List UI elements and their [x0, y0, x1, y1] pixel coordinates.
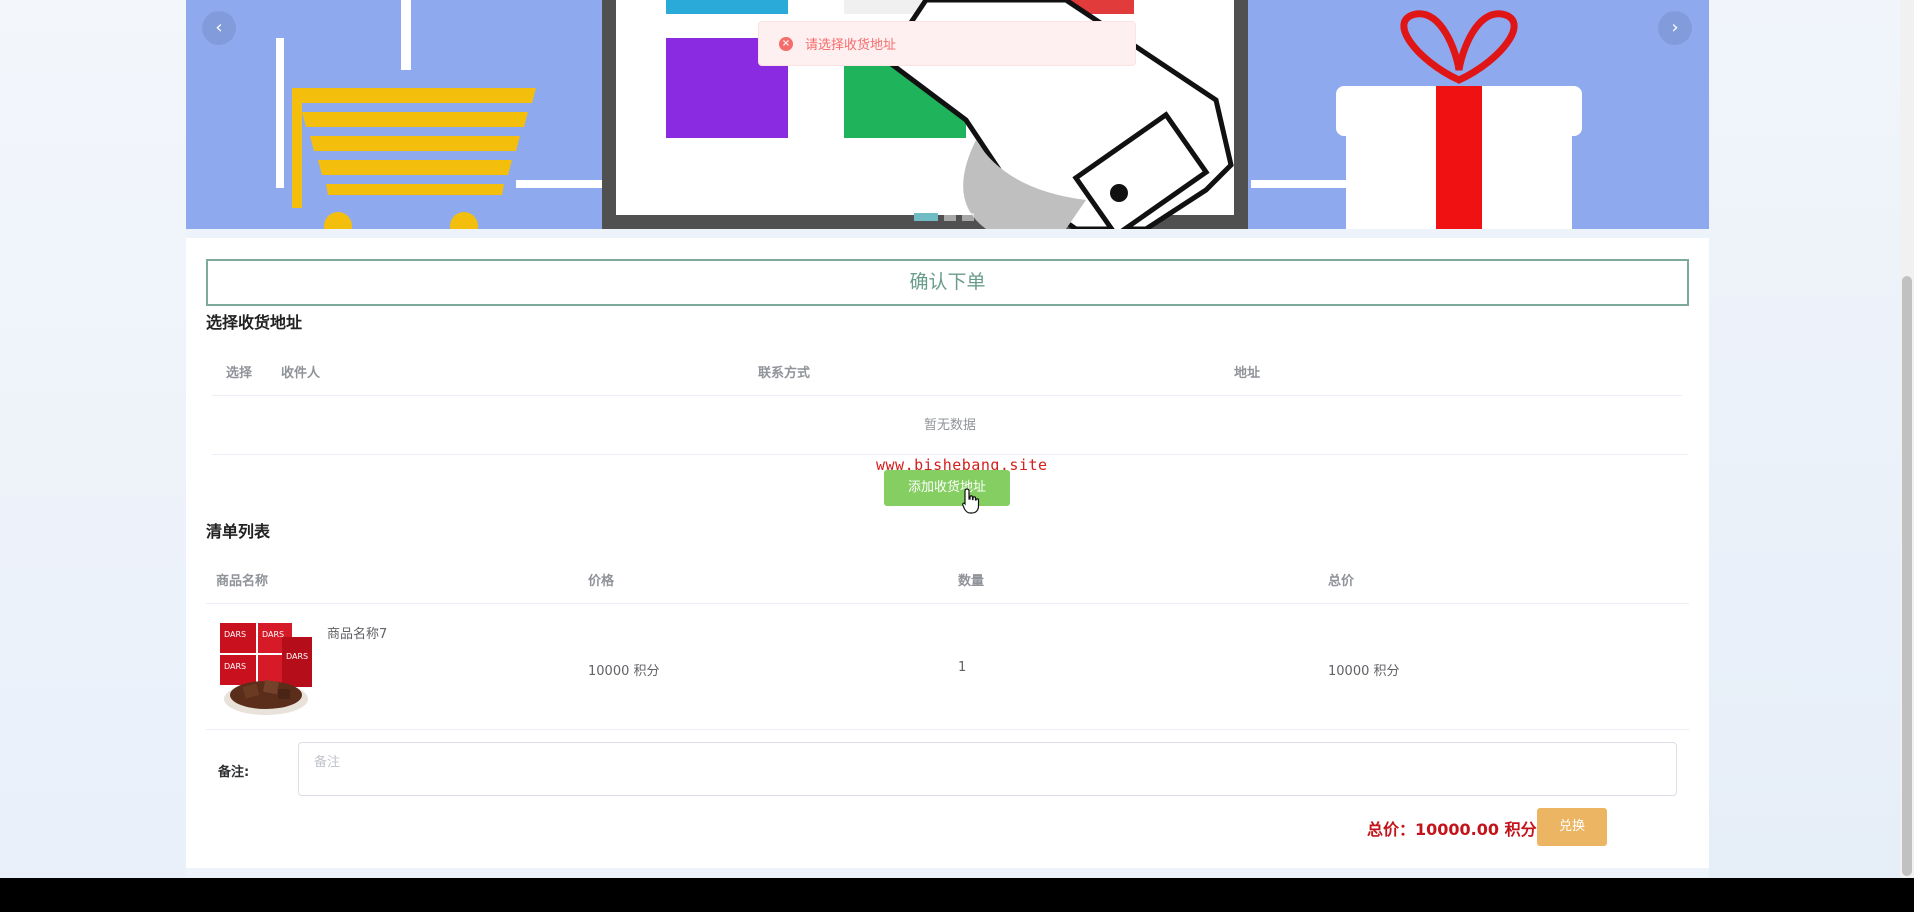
product-price: 10000 积分 — [588, 664, 660, 679]
redeem-button[interactable]: 兑换 — [1537, 808, 1607, 846]
remark-input[interactable] — [298, 742, 1677, 796]
page-title: 确认下单 — [206, 259, 1689, 306]
carousel-indicators — [914, 213, 974, 221]
column-header-select: 选择 — [226, 366, 253, 381]
error-toast: × 请选择收货地址 — [758, 21, 1136, 66]
bottom-bar — [0, 878, 1914, 912]
column-header-recipient: 收件人 — [281, 366, 321, 381]
column-header-total: 总价 — [1328, 574, 1355, 589]
product-name: 商品名称7 — [327, 627, 388, 642]
column-header-address: 地址 — [1234, 366, 1261, 381]
page-background-right — [1709, 0, 1914, 878]
carousel-prev-button[interactable]: ‹ — [202, 11, 236, 45]
svg-text:DARS: DARS — [224, 630, 246, 639]
address-empty-text: 暂无数据 — [212, 397, 1688, 455]
svg-text:DARS: DARS — [286, 652, 308, 661]
list-table-header: 商品名称 价格 数量 总价 — [206, 560, 1689, 604]
add-address-button[interactable]: 添加收货地址 — [884, 470, 1010, 506]
carousel-indicator[interactable] — [962, 213, 974, 221]
table-row: DARS DARS DARS DARS 商品名称7 10000 积分 1 100… — [206, 605, 1689, 730]
address-table-header: 选择 收件人 联系方式 地址 — [212, 352, 1682, 396]
column-header-product-name: 商品名称 — [216, 574, 269, 589]
error-circle-icon: × — [779, 36, 793, 51]
address-section-title: 选择收货地址 — [206, 313, 303, 332]
list-section-title: 清单列表 — [206, 522, 271, 541]
scrollbar-thumb[interactable] — [1902, 276, 1912, 876]
carousel-next-button[interactable]: › — [1658, 11, 1692, 45]
carousel-indicator[interactable] — [944, 213, 956, 221]
total-price: 总价：10000.00 积分 — [1367, 820, 1537, 839]
column-header-contact: 联系方式 — [758, 366, 811, 381]
product-image: DARS DARS DARS DARS — [220, 623, 312, 715]
page-background-left — [0, 0, 186, 878]
column-header-quantity: 数量 — [958, 574, 985, 589]
hand-cursor-icon — [962, 488, 980, 514]
svg-text:DARS: DARS — [262, 630, 284, 639]
remark-label: 备注: — [218, 765, 250, 780]
column-header-price: 价格 — [588, 574, 615, 589]
product-quantity: 1 — [958, 660, 967, 675]
toast-message: 请选择收货地址 — [805, 38, 897, 53]
product-total: 10000 积分 — [1328, 664, 1400, 679]
svg-text:DARS: DARS — [224, 662, 246, 671]
carousel-indicator[interactable] — [914, 213, 938, 221]
